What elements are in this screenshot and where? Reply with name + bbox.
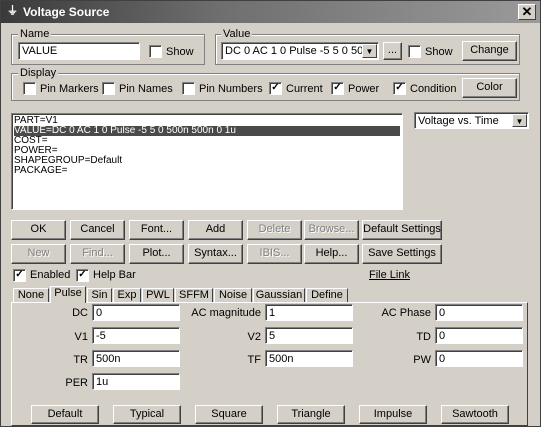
color-button[interactable]: Color: [462, 78, 517, 98]
help-bar-label: Help Bar: [93, 269, 136, 281]
plot-type-select[interactable]: Voltage vs. Time ▼: [414, 112, 529, 129]
chevron-down-icon[interactable]: ▼: [512, 114, 527, 127]
current-label: Current: [286, 83, 323, 95]
ac-magnitude-field[interactable]: 1: [265, 304, 353, 321]
file-link[interactable]: File Link: [369, 269, 410, 281]
font-button[interactable]: Font...: [129, 220, 184, 240]
condition-checkbox[interactable]: ✓: [393, 82, 406, 95]
add-button[interactable]: Add: [188, 220, 243, 240]
plot-type-value: Voltage vs. Time: [418, 115, 499, 127]
value-combo-text: DC 0 AC 1 0 Pulse -5 5 0 50: [225, 45, 364, 57]
find-button[interactable]: Find...: [70, 244, 125, 264]
td-field[interactable]: 0: [435, 327, 523, 344]
change-button[interactable]: Change: [462, 41, 517, 61]
plot-button[interactable]: Plot...: [129, 244, 184, 264]
name-show-checkbox[interactable]: [149, 45, 162, 58]
tf-field[interactable]: 500n: [265, 350, 353, 367]
attribute-item-selected[interactable]: VALUE=DC 0 AC 1 0 Pulse -5 5 0 500n 500n…: [14, 126, 400, 136]
attribute-item[interactable]: COST=: [14, 136, 400, 146]
pin-markers-label: Pin Markers: [40, 83, 99, 95]
tr-field[interactable]: 500n: [92, 350, 180, 367]
square-preset-button[interactable]: Square: [195, 405, 263, 424]
delete-button[interactable]: Delete: [247, 220, 302, 240]
pw-label: PW: [413, 354, 431, 366]
close-button[interactable]: ✕: [518, 4, 536, 20]
td-label: TD: [416, 331, 431, 343]
ac-magnitude-label: AC magnitude: [191, 307, 261, 319]
tab-sin[interactable]: Sin: [87, 288, 112, 302]
pin-numbers-label: Pin Numbers: [199, 83, 263, 95]
tab-pwl[interactable]: PWL: [142, 288, 174, 302]
enabled-label: Enabled: [30, 269, 71, 281]
sawtooth-preset-button[interactable]: Sawtooth: [441, 405, 509, 424]
per-field[interactable]: 1u: [92, 373, 180, 390]
tab-exp[interactable]: Exp: [113, 288, 141, 302]
ok-button[interactable]: OK: [11, 220, 66, 240]
save-settings-button[interactable]: Save Settings: [362, 244, 442, 264]
impulse-preset-button[interactable]: Impulse: [359, 405, 427, 424]
typical-preset-button[interactable]: Typical: [113, 405, 181, 424]
value-combo[interactable]: DC 0 AC 1 0 Pulse -5 5 0 50 ▼: [221, 42, 379, 60]
attribute-item[interactable]: SHAPEGROUP=Default: [14, 156, 400, 166]
attribute-item[interactable]: PACKAGE=: [14, 166, 400, 176]
pin-numbers-checkbox[interactable]: [182, 82, 195, 95]
tab-noise[interactable]: Noise: [214, 288, 252, 302]
v1-field[interactable]: -5: [92, 327, 180, 344]
pin-markers-checkbox[interactable]: ✓: [23, 82, 36, 95]
window-title: Voltage Source: [23, 5, 110, 19]
name-group-label: Name: [18, 28, 52, 40]
cancel-button[interactable]: Cancel: [70, 220, 125, 240]
v2-label: V2: [247, 331, 261, 343]
power-checkbox[interactable]: ✓: [331, 82, 344, 95]
condition-label: Condition: [410, 83, 457, 95]
per-label: PER: [65, 377, 88, 389]
dc-field[interactable]: 0: [92, 304, 180, 321]
voltage-source-icon: ⏚: [7, 5, 18, 17]
tab-sffm[interactable]: SFFM: [175, 288, 213, 302]
pin-names-label: Pin Names: [119, 83, 173, 95]
enabled-checkbox[interactable]: ✓: [13, 269, 26, 282]
value-browse-button[interactable]: ...: [383, 42, 402, 60]
default-preset-button[interactable]: Default: [31, 405, 99, 424]
tab-pulse[interactable]: Pulse: [50, 286, 86, 303]
value-show-label: Show: [425, 46, 453, 58]
tf-label: TF: [247, 354, 261, 366]
triangle-preset-button[interactable]: Triangle: [277, 405, 345, 424]
value-group-label: Value: [221, 28, 253, 40]
title-bar[interactable]: ⏚ Voltage Source ✕: [1, 1, 540, 23]
help-bar-checkbox[interactable]: ✓: [76, 269, 89, 282]
value-show-checkbox[interactable]: [408, 45, 421, 58]
browse-button[interactable]: Browse...: [304, 220, 359, 240]
display-group-label: Display: [18, 67, 59, 79]
tab-none[interactable]: None: [13, 288, 49, 302]
ac-phase-field[interactable]: 0: [435, 304, 523, 321]
tab-define[interactable]: Define: [306, 288, 348, 302]
ac-phase-label: AC Phase: [381, 307, 431, 319]
v1-label: V1: [74, 331, 88, 343]
v2-field[interactable]: 5: [265, 327, 353, 344]
syntax-button[interactable]: Syntax...: [188, 244, 243, 264]
attribute-list[interactable]: PART=V1 VALUE=DC 0 AC 1 0 Pulse -5 5 0 5…: [11, 113, 403, 210]
tr-label: TR: [73, 354, 88, 366]
name-show-label: Show: [166, 46, 194, 58]
pin-names-checkbox[interactable]: [102, 82, 115, 95]
default-settings-button[interactable]: Default Settings: [362, 220, 442, 240]
tab-gaussian[interactable]: Gaussian: [253, 288, 305, 302]
ibis-button[interactable]: IBIS...: [247, 244, 302, 264]
power-label: Power: [348, 83, 380, 95]
help-button[interactable]: Help...: [304, 244, 359, 264]
new-button[interactable]: New: [11, 244, 66, 264]
name-field[interactable]: VALUE: [18, 42, 140, 60]
chevron-down-icon[interactable]: ▼: [362, 44, 377, 58]
pw-field[interactable]: 0: [435, 350, 523, 367]
dc-label: DC: [72, 307, 88, 319]
voltage-source-dialog: ⏚ Voltage Source ✕ Name VALUE Show Value…: [0, 0, 541, 427]
current-checkbox[interactable]: ✓: [269, 82, 282, 95]
